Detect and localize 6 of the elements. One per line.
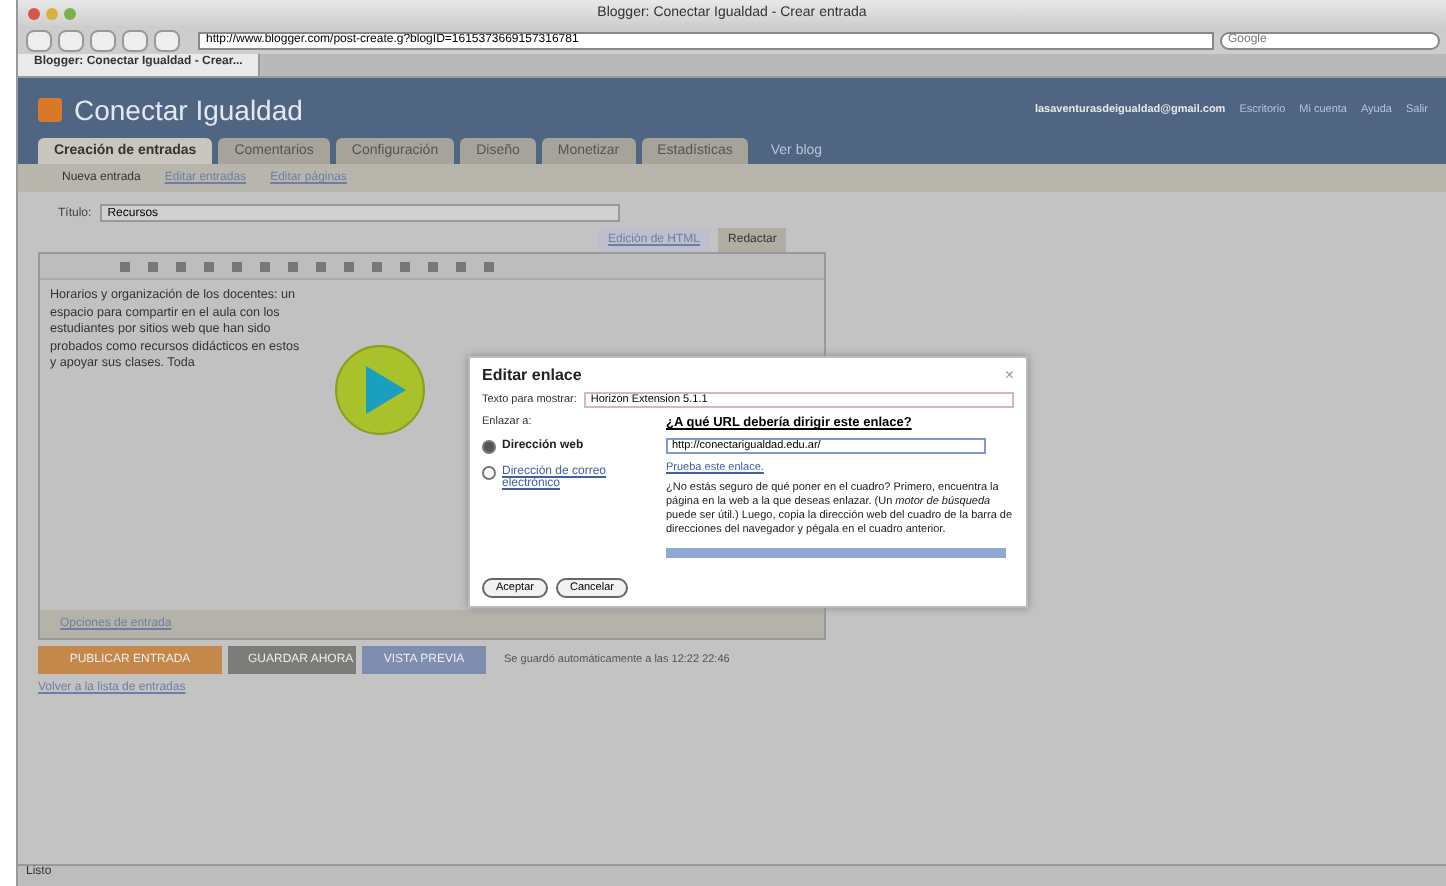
close-button[interactable]: × (1004, 366, 1014, 384)
dialog-title: Editar enlace (482, 366, 582, 384)
window-controls-icon[interactable] (28, 7, 76, 19)
blogger-logo-icon (38, 98, 62, 122)
blog-name: Conectar Igualdad (74, 94, 303, 126)
play-icon[interactable] (334, 344, 426, 436)
